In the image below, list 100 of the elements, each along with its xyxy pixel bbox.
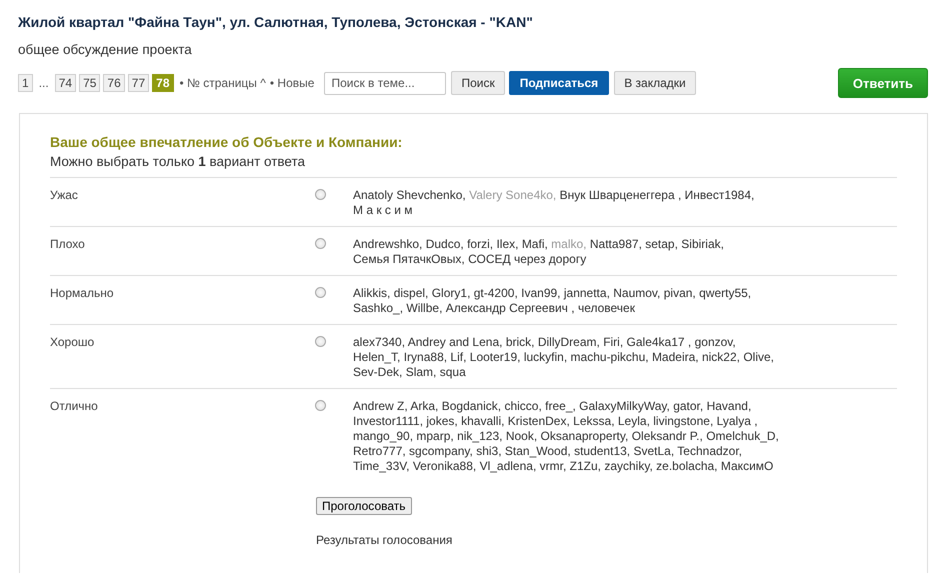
voter-link[interactable]: GalaxyMilkyWay, — [579, 399, 670, 413]
voter-link[interactable]: Leyla, — [618, 414, 650, 428]
voter-link[interactable]: Mafi, — [522, 237, 548, 251]
page-link[interactable]: 76 — [103, 74, 125, 92]
voter-link[interactable]: Investor1111, — [353, 414, 424, 428]
subscribe-button[interactable]: Подписаться — [508, 71, 610, 95]
voter-link[interactable]: Dudco, — [426, 237, 464, 251]
voter-link[interactable]: Arka, — [410, 399, 438, 413]
voter-link[interactable]: student13, — [574, 444, 630, 458]
voter-link[interactable]: Sibiriak, — [681, 237, 724, 251]
voter-link[interactable]: nik_123, — [457, 429, 502, 443]
voter-link[interactable]: Ivan99, — [521, 286, 561, 300]
voter-link[interactable]: Семья ПятачкОвых, — [353, 252, 465, 266]
voter-link[interactable]: Sashko_, — [353, 301, 404, 315]
voter-link[interactable]: Lyalya , — [716, 414, 758, 428]
voter-link[interactable]: Anatoly Shevchenko, — [353, 188, 466, 202]
voter-link[interactable]: mparp, — [416, 429, 454, 443]
voter-link[interactable]: Z1Zu, — [570, 459, 601, 473]
voter-link[interactable]: mango_90, — [353, 429, 414, 443]
radio-button[interactable] — [315, 336, 326, 347]
voter-link[interactable]: Andrew Z, — [353, 399, 408, 413]
search-button[interactable]: Поиск — [451, 71, 505, 95]
page-link[interactable]: 77 — [128, 74, 150, 92]
voter-link[interactable]: Bogdanick, — [442, 399, 502, 413]
page-link[interactable]: 74 — [54, 74, 76, 92]
voter-link[interactable]: Stan_Wood, — [504, 444, 571, 458]
voter-link[interactable]: squa — [440, 365, 466, 379]
search-field[interactable]: Поиск в теме... — [324, 72, 446, 94]
voter-link[interactable]: gator, — [673, 399, 704, 413]
voter-link[interactable]: forzi, — [467, 237, 494, 251]
page-nav-link[interactable]: • № страницы ^ — [180, 76, 266, 90]
voter-link[interactable]: Veronika88, — [412, 459, 476, 473]
voter-link[interactable]: Внук Шварценеггера , — [560, 188, 682, 202]
radio-button[interactable] — [315, 238, 326, 249]
voter-link[interactable]: brick, — [506, 335, 534, 349]
voter-link[interactable]: Lif, — [450, 350, 466, 364]
voter-link[interactable]: Looter19, — [470, 350, 520, 364]
voter-link[interactable]: gt-4200, — [474, 286, 518, 300]
voter-link[interactable]: Retro777, — [353, 444, 406, 458]
voter-link[interactable]: Technadzor, — [677, 444, 742, 458]
voter-link[interactable]: Glory1, — [432, 286, 470, 300]
voter-link[interactable]: livingstone, — [653, 414, 714, 428]
voter-link[interactable]: Slam, — [406, 365, 436, 379]
voter-link[interactable]: jannetta, — [564, 286, 610, 300]
voter-link[interactable]: DillyDream, — [538, 335, 600, 349]
voter-link[interactable]: Инвест1984, — [684, 188, 754, 202]
voter-link[interactable]: Andrewshko, — [353, 237, 422, 251]
voter-link[interactable]: СОСЕД через дорогу — [468, 252, 586, 266]
page-link[interactable]: 75 — [79, 74, 100, 92]
voter-link[interactable]: Vl_adlena, — [480, 459, 536, 473]
voter-link[interactable]: chicco, — [504, 399, 542, 413]
radio-button[interactable] — [315, 189, 326, 200]
voter-link[interactable]: nick22, — [702, 350, 740, 364]
voter-link[interactable]: zaychiky, — [604, 459, 653, 473]
voter-link[interactable]: Madeira, — [652, 350, 699, 364]
voter-link[interactable]: Andrey and Lena, — [408, 335, 502, 349]
voter-link[interactable]: dispel, — [394, 286, 428, 300]
voter-link[interactable]: Firi, — [603, 335, 624, 349]
voter-link[interactable]: Willbe, — [406, 301, 442, 315]
voter-link[interactable]: Helen_T, — [353, 350, 400, 364]
voter-link[interactable]: alex7340, — [353, 335, 406, 349]
voter-link[interactable]: Olive, — [743, 350, 774, 364]
voter-link[interactable]: vrmr, — [540, 459, 566, 473]
voter-link[interactable]: sgcompany, — [409, 444, 473, 458]
voter-link[interactable]: shi3, — [476, 444, 502, 458]
voter-link[interactable]: Александр Сергеевич , — [446, 301, 575, 315]
results-link[interactable]: Результаты голосования — [316, 533, 452, 547]
voter-link[interactable]: luckyfin, — [524, 350, 568, 364]
voter-link[interactable]: Gale4ka17 , — [626, 335, 692, 349]
voter-link[interactable]: Natta987, — [590, 237, 642, 251]
voter-link[interactable]: SvetLa, — [633, 444, 674, 458]
voter-link[interactable]: pivan, — [664, 286, 696, 300]
radio-button[interactable] — [315, 287, 326, 298]
voter-link[interactable]: Time_33V, — [353, 459, 410, 473]
voter-link[interactable]: МаксимО — [720, 459, 774, 473]
voter-link[interactable]: Oleksandr P., — [632, 429, 703, 443]
voter-link[interactable]: khavalli, — [461, 414, 504, 428]
voter-link[interactable]: Iryna88, — [404, 350, 448, 364]
voter-link[interactable]: free_, — [545, 399, 576, 413]
voter-link[interactable]: ze.bolacha, — [656, 459, 718, 473]
voter-link[interactable]: человечек — [578, 301, 635, 315]
voter-link[interactable]: setap, — [645, 237, 678, 251]
voter-link[interactable]: Sev-Dek, — [353, 365, 402, 379]
voter-link[interactable]: Alikkis, — [353, 286, 390, 300]
page-link[interactable]: 1 — [18, 74, 33, 92]
voter-link[interactable]: qwerty55, — [699, 286, 752, 300]
voter-link[interactable]: KristenDex, — [508, 414, 570, 428]
voter-link[interactable]: Naumov, — [613, 286, 660, 300]
bookmark-button[interactable]: В закладки — [614, 71, 696, 95]
voter-link[interactable]: Lekssa, — [573, 414, 615, 428]
page-nav-link[interactable]: • Новые — [270, 76, 314, 90]
radio-button[interactable] — [315, 400, 326, 411]
voter-link[interactable]: machu-pikchu, — [570, 350, 649, 364]
voter-link[interactable]: gonzov, — [694, 335, 736, 349]
voter-link[interactable]: Omelchuk_D, — [706, 429, 779, 443]
voter-link[interactable]: Ilex, — [496, 237, 518, 251]
voter-link[interactable]: Havand, — [706, 399, 752, 413]
voter-link[interactable]: М а к с и м — [353, 203, 413, 217]
vote-button[interactable]: Проголосовать — [316, 497, 412, 515]
voter-link[interactable]: Oksanaproperty, — [540, 429, 628, 443]
